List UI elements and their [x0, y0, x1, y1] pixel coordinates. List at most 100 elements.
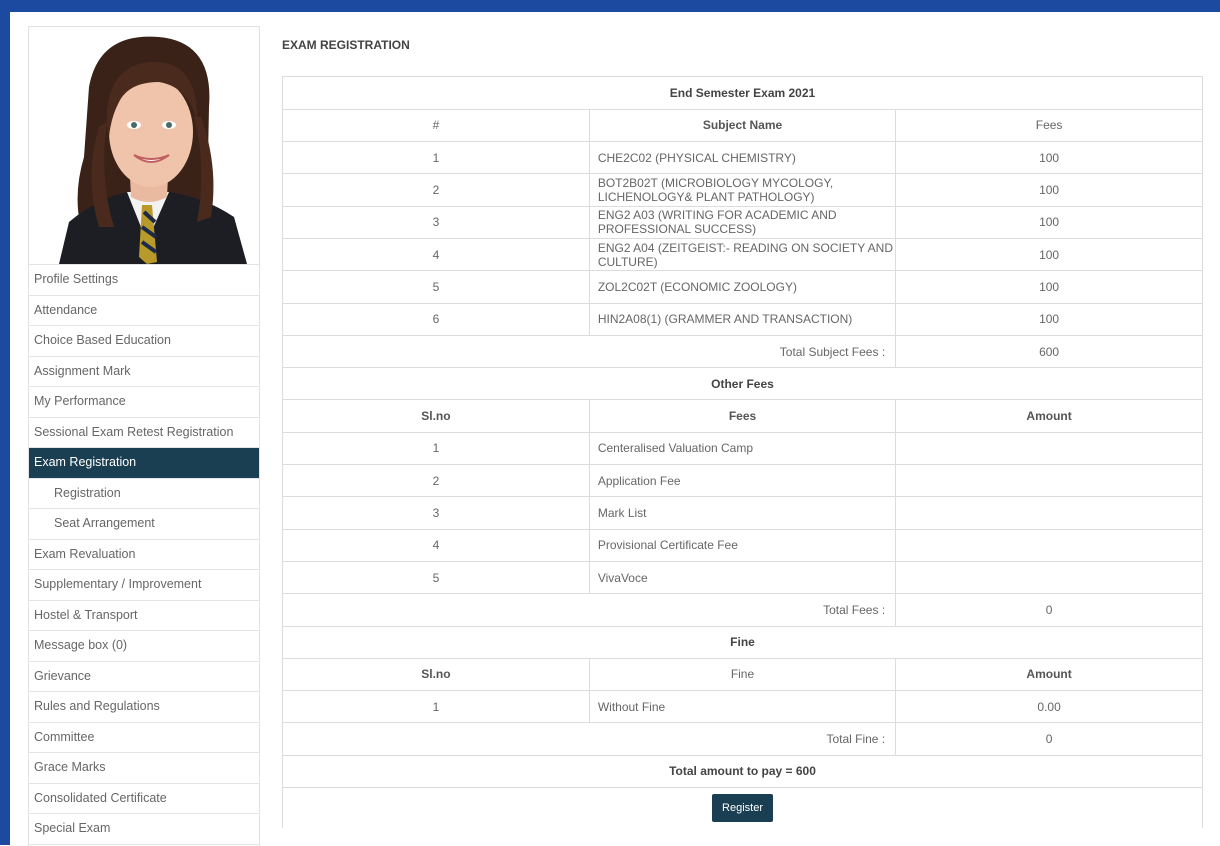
subject-name: ENG2 A03 (WRITING FOR ACADEMIC AND PROFE…: [589, 206, 897, 239]
exam-registration-table: End Semester Exam 2021 # Subject Name Fe…: [282, 76, 1203, 828]
main-content: EXAM REGISTRATION End Semester Exam 2021…: [270, 26, 1210, 845]
menu-item-committee[interactable]: Committee: [29, 723, 259, 753]
page-title: EXAM REGISTRATION: [282, 38, 410, 52]
menu-item-hostel-transport[interactable]: Hostel & Transport: [29, 601, 259, 631]
menu-item-exam-revaluation[interactable]: Exam Revaluation: [29, 540, 259, 570]
fee-amount: [895, 432, 1202, 466]
exam-title: End Semester Exam 2021: [283, 77, 1202, 110]
subject-fee: 100: [895, 206, 1202, 239]
fine-amount: 0.00: [895, 690, 1202, 724]
subject-name: HIN2A08(1) (GRAMMER AND TRANSACTION): [589, 303, 897, 336]
total-fees-row: Total Fees : 0: [283, 593, 1202, 627]
total-fine-label: Total Fine :: [283, 722, 897, 756]
total-subject-fees-row: Total Subject Fees : 600: [283, 335, 1202, 369]
fee-amount: [895, 496, 1202, 530]
subject-num: 2: [283, 173, 590, 207]
total-amount-row: Total amount to pay = 600: [283, 755, 1202, 789]
total-amount-to-pay: Total amount to pay = 600: [283, 755, 1202, 789]
fine-name: Without Fine: [589, 690, 897, 724]
menu-item-grievance[interactable]: Grievance: [29, 662, 259, 692]
other-fees-title-row: Other Fees: [283, 367, 1202, 401]
subject-name: CHE2C02 (PHYSICAL CHEMISTRY): [589, 141, 897, 175]
fee-amount: [895, 529, 1202, 562]
fee-num: 4: [283, 529, 590, 562]
fee-name: Centeralised Valuation Camp: [589, 432, 897, 466]
menu-item-choice-based-education[interactable]: Choice Based Education: [29, 326, 259, 357]
menu-item-my-performance[interactable]: My Performance: [29, 387, 259, 418]
subject-fee: 100: [895, 270, 1202, 304]
subject-row: 1 CHE2C02 (PHYSICAL CHEMISTRY) 100: [283, 141, 1202, 175]
header-fees-name: Fees: [589, 399, 897, 433]
header-slno: Sl.no: [283, 399, 590, 433]
fine-row: 1 Without Fine 0.00: [283, 690, 1202, 724]
other-fee-row: 2 Application Fee: [283, 464, 1202, 498]
menu-item-exam-registration[interactable]: Exam Registration: [29, 448, 259, 479]
other-fees-header-row: Sl.no Fees Amount: [283, 399, 1202, 433]
fee-num: 2: [283, 464, 590, 498]
total-subject-fees-label: Total Subject Fees :: [283, 335, 897, 369]
header-fine-slno: Sl.no: [283, 658, 590, 692]
fee-name: Provisional Certificate Fee: [589, 529, 897, 562]
subject-num: 6: [283, 303, 590, 336]
subject-num: 3: [283, 206, 590, 239]
fee-amount: [895, 464, 1202, 498]
menu-item-assignment-mark[interactable]: Assignment Mark: [29, 357, 259, 387]
header-num: #: [283, 109, 590, 143]
sidebar-menu: Profile Settings Attendance Choice Based…: [29, 265, 259, 845]
subject-fee: 100: [895, 238, 1202, 272]
fee-name: VivaVoce: [589, 561, 897, 595]
left-accent-bar: [0, 12, 10, 845]
subject-fee: 100: [895, 173, 1202, 207]
profile-photo: [29, 27, 259, 265]
menu-item-seat-arrangement[interactable]: Seat Arrangement: [29, 509, 259, 540]
total-fees-label: Total Fees :: [283, 593, 897, 627]
exam-title-row: End Semester Exam 2021: [283, 77, 1202, 110]
fee-num: 5: [283, 561, 590, 595]
top-header-bar: [0, 0, 1220, 12]
subject-header-row: # Subject Name Fees: [283, 109, 1202, 143]
subject-row: 2 BOT2B02T (MICROBIOLOGY MYCOLOGY, LICHE…: [283, 173, 1202, 207]
fee-num: 1: [283, 432, 590, 466]
total-fees-value: 0: [895, 593, 1202, 627]
subject-row: 6 HIN2A08(1) (GRAMMER AND TRANSACTION) 1…: [283, 303, 1202, 336]
fine-header-row: Sl.no Fine Amount: [283, 658, 1202, 692]
header-fees: Fees: [895, 109, 1202, 143]
header-fine: Fine: [589, 658, 897, 692]
menu-item-sessional-exam-retest[interactable]: Sessional Exam Retest Registration: [29, 418, 259, 448]
total-fine-row: Total Fine : 0: [283, 722, 1202, 756]
subject-row: 3 ENG2 A03 (WRITING FOR ACADEMIC AND PRO…: [283, 206, 1202, 239]
subject-num: 5: [283, 270, 590, 304]
menu-item-special-exam[interactable]: Special Exam: [29, 814, 259, 845]
other-fees-title: Other Fees: [283, 367, 1202, 401]
total-subject-fees-value: 600: [895, 335, 1202, 369]
menu-item-consolidated-certificate[interactable]: Consolidated Certificate: [29, 784, 259, 814]
subject-num: 1: [283, 141, 590, 175]
subject-fee: 100: [895, 141, 1202, 175]
header-fine-amount: Amount: [895, 658, 1202, 692]
fee-amount: [895, 561, 1202, 595]
menu-item-profile-settings[interactable]: Profile Settings: [29, 265, 259, 296]
sidebar: Profile Settings Attendance Choice Based…: [28, 26, 260, 846]
menu-item-message-box[interactable]: Message box (0): [29, 631, 259, 662]
other-fee-row: 3 Mark List: [283, 496, 1202, 530]
fine-title: Fine: [283, 626, 1202, 659]
subject-name: ENG2 A04 (ZEITGEIST:- READING ON SOCIETY…: [589, 238, 897, 272]
total-fine-value: 0: [895, 722, 1202, 756]
other-fee-row: 1 Centeralised Valuation Camp: [283, 432, 1202, 466]
register-button[interactable]: Register: [712, 793, 773, 822]
menu-item-attendance[interactable]: Attendance: [29, 296, 259, 326]
menu-item-grace-marks[interactable]: Grace Marks: [29, 753, 259, 784]
subject-name: BOT2B02T (MICROBIOLOGY MYCOLOGY, LICHENO…: [589, 173, 897, 207]
header-subject-name: Subject Name: [589, 109, 897, 143]
header-amount: Amount: [895, 399, 1202, 433]
fee-num: 3: [283, 496, 590, 530]
other-fee-row: 5 VivaVoce: [283, 561, 1202, 595]
menu-item-registration[interactable]: Registration: [29, 479, 259, 509]
fee-name: Application Fee: [589, 464, 897, 498]
menu-item-supplementary-improvement[interactable]: Supplementary / Improvement: [29, 570, 259, 601]
subject-row: 5 ZOL2C02T (ECONOMIC ZOOLOGY) 100: [283, 270, 1202, 304]
fee-name: Mark List: [589, 496, 897, 530]
subject-fee: 100: [895, 303, 1202, 336]
other-fee-row: 4 Provisional Certificate Fee: [283, 529, 1202, 562]
menu-item-rules-regulations[interactable]: Rules and Regulations: [29, 692, 259, 723]
